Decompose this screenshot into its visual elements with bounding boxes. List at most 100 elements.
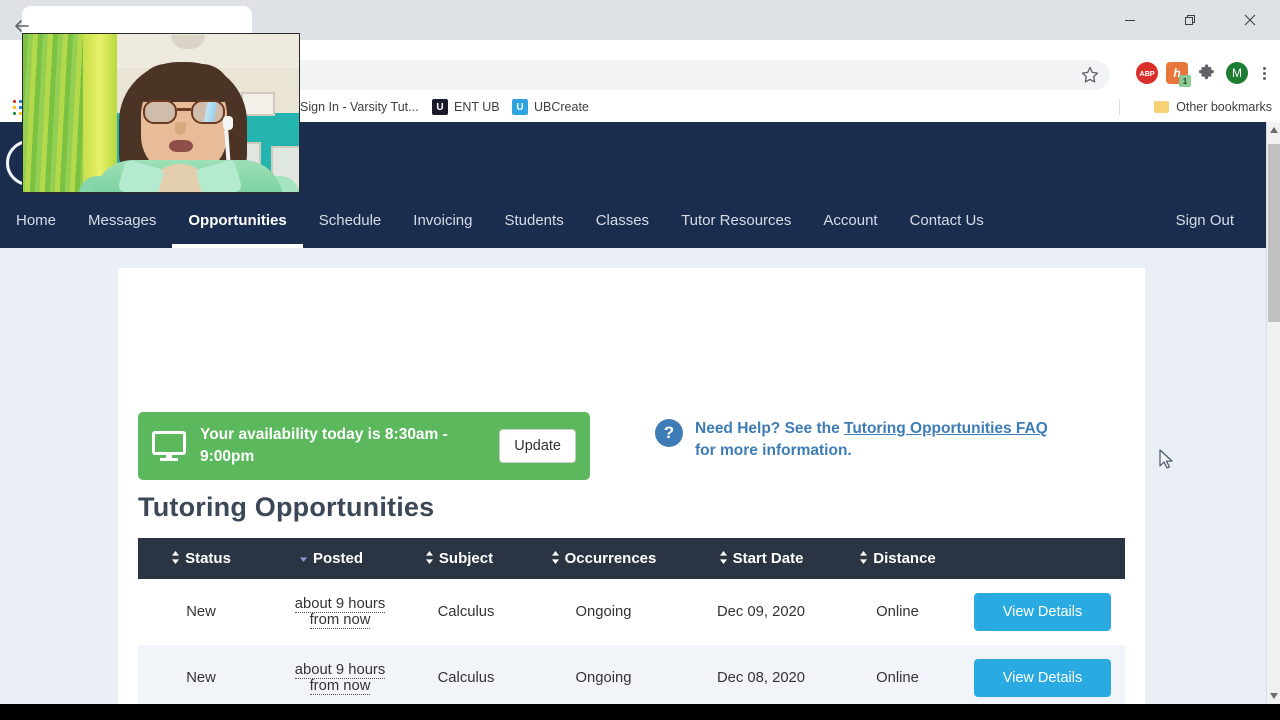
view-details-button[interactable]: View Details [974,659,1111,697]
bookmark-ent-ub[interactable]: U ENT UB [432,92,500,122]
extensions-puzzle-icon[interactable] [1196,62,1218,84]
cell-occurrences: Ongoing [575,604,632,620]
column-header-start-date[interactable]: Start Date [687,538,835,579]
sort-descending-icon [299,551,308,564]
mouse-cursor [1159,449,1175,476]
question-mark-icon: ? [655,419,683,447]
profile-avatar[interactable]: M [1226,62,1248,84]
monitor-icon [152,431,186,462]
help-text: Need Help? See the Tutoring Opportunitie… [695,418,1055,463]
nav-item-messages[interactable]: Messages [72,192,172,248]
nav-label: Home [16,211,57,229]
screen: tutoring_opportunities ABP h 1 M [0,0,1280,720]
nav-item-schedule[interactable]: Schedule [303,192,398,248]
sort-both-icon [171,551,180,564]
column-header-actions [960,538,1125,579]
availability-message: Your availability today is 8:30am - 9:00… [200,426,448,465]
site-navigation: Home Messages Opportunities Schedule Inv… [0,192,1266,248]
sort-both-icon [551,551,560,564]
nav-item-students[interactable]: Students [488,192,579,248]
window-controls [1100,0,1280,40]
column-header-label: Subject [438,550,494,567]
nav-item-tutor-resources[interactable]: Tutor Resources [665,192,807,248]
webcam-overlay[interactable] [22,33,300,193]
nav-label: Opportunities [188,211,287,229]
vertical-scrollbar[interactable] [1266,122,1280,704]
availability-banner: Your availability today is 8:30am - 9:00… [138,412,590,480]
restore-icon[interactable] [1160,0,1220,40]
column-header-occurrences[interactable]: Occurrences [520,538,687,579]
column-header-subject[interactable]: Subject [398,538,520,579]
bookmark-favicon: U [512,99,528,115]
cell-posted: about 9 hours from now [264,645,398,704]
bookmark-label: Sign In - Varsity Tut... [300,100,419,114]
folder-icon [1154,101,1170,113]
honey-extension-badge: 1 [1179,75,1191,87]
cell-start-date: Dec 08, 2020 [687,645,835,704]
posted-value[interactable]: about 9 hours from now [294,596,386,629]
nav-label: Invoicing [413,211,473,229]
table-header-row: Status Posted Subject Occurrences Start … [138,538,1125,579]
nav-item-home[interactable]: Home [0,192,72,248]
tutoring-opportunities-faq-link[interactable]: Tutoring Opportunities FAQ [844,420,1048,437]
minimize-icon[interactable] [1100,0,1160,40]
column-header-distance[interactable]: Distance [835,538,960,579]
nav-label: Tutor Resources [681,211,792,229]
help-block: ? Need Help? See the Tutoring Opportunit… [655,418,1055,463]
sort-both-icon [859,551,868,564]
help-prefix: Need Help? See the [695,420,845,437]
table-row: New about 9 hours from now Calculus Ongo… [138,645,1125,704]
bookmark-label: ENT UB [454,100,500,114]
nav-label: Sign Out [1175,211,1234,229]
nav-item-opportunities[interactable]: Opportunities [172,192,304,248]
page-viewport: Home Messages Opportunities Schedule Inv… [0,122,1266,704]
sort-both-icon [719,551,728,564]
bookmark-favicon: U [432,99,448,115]
cell-distance: Online [876,604,919,620]
nav-label: Messages [88,211,157,229]
adblock-plus-extension[interactable]: ABP [1136,62,1158,84]
scrollbar-thumb[interactable] [1268,144,1280,322]
other-bookmarks-button[interactable]: Other bookmarks [1154,92,1272,122]
column-header-label: Occurrences [564,550,657,567]
sign-out-link[interactable]: Sign Out [1160,192,1266,248]
posted-value[interactable]: about 9 hours from now [294,662,386,695]
cell-actions: View Details [960,579,1125,645]
cell-subject: Calculus [437,604,495,620]
column-header-posted[interactable]: Posted [264,538,398,579]
bookmarks-divider [1119,99,1120,115]
nav-label: Account [823,211,878,229]
cell-distance: Online [835,645,960,704]
chrome-menu-icon[interactable] [1256,66,1272,80]
nav-label: Students [504,211,564,229]
cell-occurrences: Ongoing [520,645,687,704]
other-bookmarks-label: Other bookmarks [1176,100,1272,114]
nav-item-invoicing[interactable]: Invoicing [397,192,488,248]
nav-label: Schedule [318,211,382,229]
scroll-down-arrow-icon[interactable] [1267,688,1280,704]
column-header-label: Status [185,550,231,567]
cell-subject: Calculus [398,645,520,704]
cell-actions: View Details [960,645,1125,704]
close-icon[interactable] [1220,0,1280,40]
page-title: Tutoring Opportunities [138,492,435,522]
nav-item-account[interactable]: Account [807,192,893,248]
column-header-label: Posted [312,550,363,567]
cell-status: New [138,645,264,704]
update-availability-button[interactable]: Update [499,429,576,463]
column-header-status[interactable]: Status [138,538,264,579]
nav-label: Contact Us [909,211,984,229]
nav-item-contact-us[interactable]: Contact Us [894,192,1000,248]
honey-extension[interactable]: h 1 [1166,62,1191,87]
bookmark-ubcreate[interactable]: U UBCreate [512,92,589,122]
extensions-row: ABP h 1 M [1136,62,1272,87]
bookmark-star-icon[interactable] [1080,65,1100,90]
cell-posted: about 9 hours from now [264,579,398,645]
bookmark-sign-in-varsity-tutors[interactable]: Sign In - Varsity Tut... [300,92,419,122]
scroll-up-arrow-icon[interactable] [1267,122,1280,138]
column-header-label: Distance [873,550,936,567]
nav-item-classes[interactable]: Classes [580,192,665,248]
column-header-label: Start Date [732,550,804,567]
view-details-button[interactable]: View Details [974,593,1111,631]
